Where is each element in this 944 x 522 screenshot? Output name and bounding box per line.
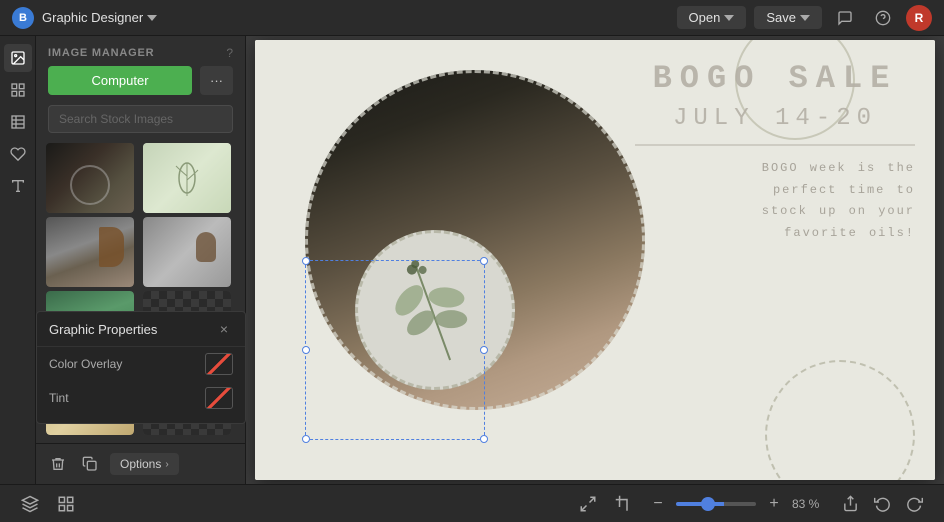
canvas-description: BOGO week is the perfect time to stock u…: [635, 158, 915, 244]
main-area: IMAGE MANAGER ? Computer ···: [0, 36, 944, 484]
grid-icon-button[interactable]: [52, 490, 80, 518]
open-button[interactable]: Open: [677, 6, 747, 29]
sidebar-title: IMAGE MANAGER: [48, 47, 154, 59]
canvas-text-area: BOGO SALE JULY 14-20 BOGO week is the pe…: [635, 60, 915, 244]
color-overlay-swatch[interactable]: [205, 353, 233, 375]
sidebar-bottom-bar: Options ›: [36, 443, 245, 484]
bottom-bar: − + 83 %: [0, 484, 944, 522]
duplicate-icon-button[interactable]: [78, 452, 102, 476]
save-button[interactable]: Save: [754, 6, 822, 29]
image-thumb-4[interactable]: [143, 217, 231, 287]
help-icon-button[interactable]: [868, 3, 898, 33]
fit-icon-button[interactable]: [574, 490, 602, 518]
options-button[interactable]: Options ›: [110, 453, 179, 475]
more-options-button[interactable]: ···: [200, 66, 233, 95]
graphic-props-header: Graphic Properties ×: [37, 312, 245, 347]
canvas-title: BOGO SALE: [635, 60, 915, 97]
delete-icon-button[interactable]: [46, 452, 70, 476]
share-icon-button[interactable]: [836, 490, 864, 518]
zoom-out-button[interactable]: −: [646, 492, 670, 516]
user-avatar[interactable]: R: [906, 5, 932, 31]
icon-bar: [0, 36, 36, 484]
canvas-area: BOGO SALE JULY 14-20 BOGO week is the pe…: [246, 36, 944, 484]
search-stock-input[interactable]: [48, 105, 233, 133]
tint-swatch[interactable]: [205, 387, 233, 409]
image-thumb-3[interactable]: [46, 217, 134, 287]
graphic-props-close-button[interactable]: ×: [215, 320, 233, 338]
sidebar-header: IMAGE MANAGER ?: [36, 36, 245, 66]
zoom-percent: 83 %: [792, 497, 828, 511]
image-thumb-1[interactable]: [46, 143, 134, 213]
sidebar-help-icon[interactable]: ?: [226, 46, 233, 60]
icon-bar-grid[interactable]: [4, 76, 32, 104]
zoom-in-button[interactable]: +: [762, 492, 786, 516]
app-name[interactable]: Graphic Designer: [42, 10, 157, 25]
layers-icon-button[interactable]: [16, 490, 44, 518]
sidebar: IMAGE MANAGER ? Computer ···: [36, 36, 246, 484]
canvas-date: JULY 14-20: [635, 105, 915, 132]
sidebar-actions: Computer ···: [36, 66, 245, 105]
options-arrow-icon: ›: [165, 459, 168, 470]
canvas[interactable]: BOGO SALE JULY 14-20 BOGO week is the pe…: [255, 40, 935, 480]
zoom-controls: − + 83 %: [646, 492, 828, 516]
undo-icon-button[interactable]: [868, 490, 896, 518]
bottom-right-buttons: [836, 490, 928, 518]
topbar: B Graphic Designer Open Save R: [0, 0, 944, 36]
tint-row: Tint: [37, 381, 245, 415]
app-logo: B: [12, 7, 34, 29]
redo-icon-button[interactable]: [900, 490, 928, 518]
image-thumb-2[interactable]: [143, 143, 231, 213]
color-overlay-label: Color Overlay: [49, 357, 122, 371]
chat-icon-button[interactable]: [830, 3, 860, 33]
icon-bar-heart[interactable]: [4, 140, 32, 168]
graphic-properties-panel: Graphic Properties × Color Overlay Tint: [36, 311, 246, 424]
crop-icon-button[interactable]: [610, 490, 638, 518]
small-leaf-circle: [355, 230, 515, 390]
computer-button[interactable]: Computer: [48, 66, 192, 95]
graphic-props-title: Graphic Properties: [49, 322, 157, 337]
color-overlay-row: Color Overlay: [37, 347, 245, 381]
icon-bar-text[interactable]: [4, 172, 32, 200]
tint-label: Tint: [49, 391, 69, 405]
canvas-divider: [635, 144, 915, 146]
icon-bar-images[interactable]: [4, 44, 32, 72]
icon-bar-table[interactable]: [4, 108, 32, 136]
zoom-slider[interactable]: [676, 502, 756, 506]
